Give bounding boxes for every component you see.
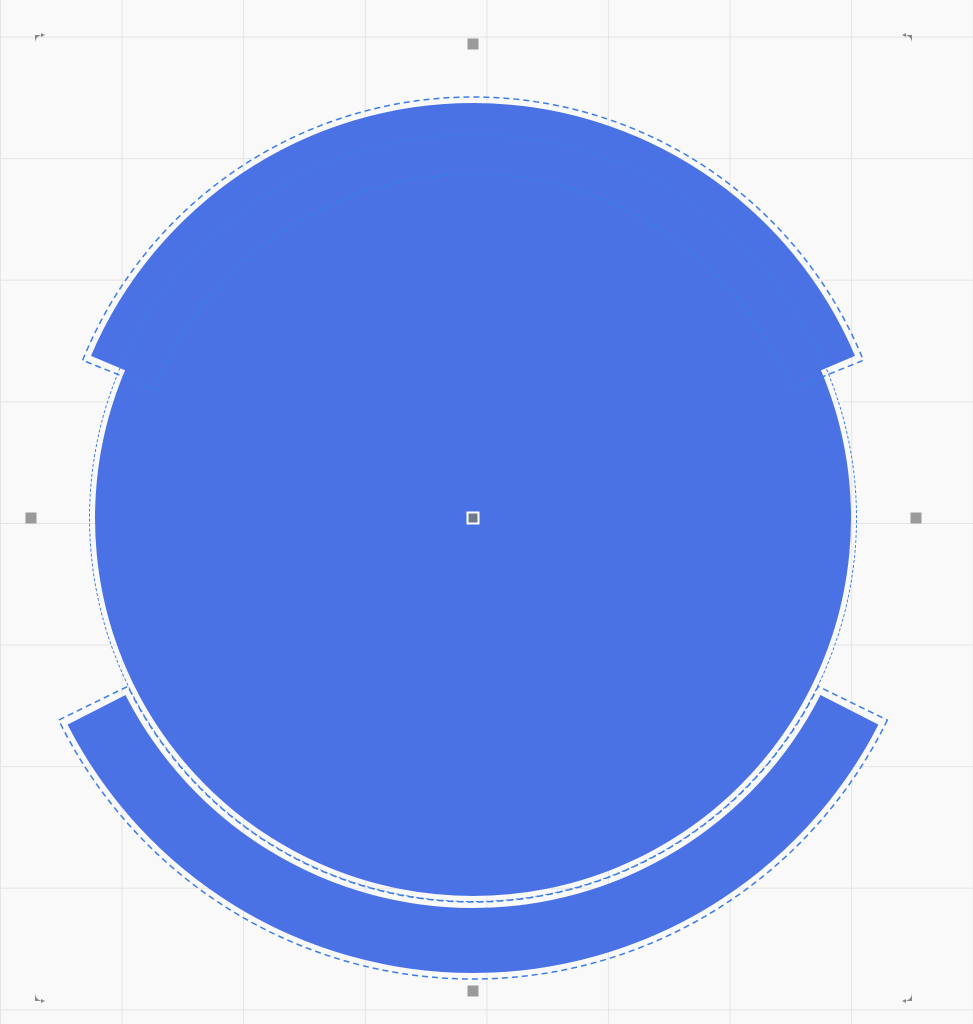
rotate-handle-top-left[interactable]: [30, 30, 54, 54]
handle-bottom[interactable]: [468, 986, 479, 997]
rotate-handle-top-right[interactable]: [893, 30, 917, 54]
rotate-handle-bottom-right[interactable]: [893, 982, 917, 1006]
handle-top[interactable]: [468, 39, 479, 50]
design-canvas[interactable]: [0, 0, 973, 1024]
handle-right[interactable]: [911, 513, 922, 524]
rotate-handle-bottom-left[interactable]: [30, 982, 54, 1006]
handle-center[interactable]: [467, 512, 480, 525]
handle-left[interactable]: [26, 513, 37, 524]
